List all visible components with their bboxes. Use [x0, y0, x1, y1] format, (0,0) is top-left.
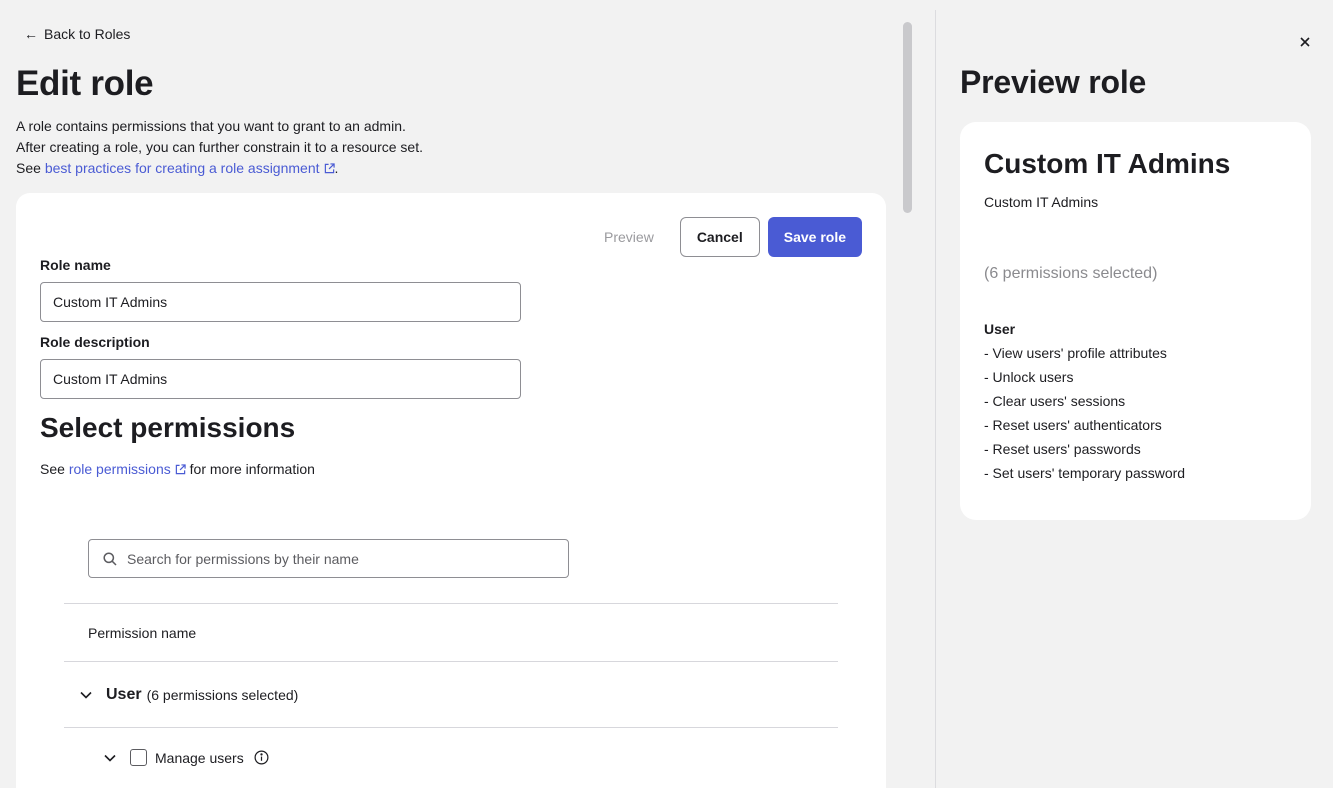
best-practices-link-label: best practices for creating a role assig… — [44, 160, 320, 176]
list-item: - View users' profile attributes — [984, 345, 1167, 361]
intro-line-1: A role contains permissions that you wan… — [16, 118, 406, 134]
column-header-permission-name: Permission name — [88, 624, 197, 641]
edit-role-card: Preview Cancel Save role Role name Role … — [16, 193, 886, 788]
save-role-button[interactable]: Save role — [767, 217, 862, 257]
intro-line-2: After creating a role, you can further c… — [16, 139, 423, 155]
back-label: Back to Roles — [44, 26, 131, 42]
role-permissions-link-label: role permissions — [68, 461, 171, 477]
role-permissions-link[interactable]: role permissions — [69, 461, 186, 477]
group-count: (6 permissions selected) — [146, 686, 299, 703]
preview-role-description: Custom IT Admins — [984, 194, 1099, 210]
role-description-label: Role description — [40, 334, 150, 350]
permissions-table: Permission name User (6 permissions sele… — [64, 603, 838, 787]
preview-permission-list: - View users' profile attributes - Unloc… — [984, 345, 1185, 489]
external-link-icon — [324, 163, 335, 174]
list-item: - Reset users' authenticators — [984, 417, 1162, 433]
permissions-note: See role permissions for more informatio… — [40, 461, 315, 477]
list-item: - Clear users' sessions — [984, 393, 1126, 409]
table-header: Permission name — [64, 603, 838, 661]
preview-role-name: Custom IT Admins — [984, 148, 1231, 179]
role-description-input[interactable] — [40, 359, 521, 399]
group-name: User — [106, 685, 142, 703]
back-to-roles-link[interactable]: ← Back to Roles — [24, 26, 130, 42]
permission-manage-users: Manage users — [64, 727, 838, 787]
preview-group-name: User — [984, 321, 1016, 337]
preview-role-title: Preview role — [960, 64, 1147, 100]
cancel-button[interactable]: Cancel — [679, 217, 760, 257]
permission-search-input[interactable] — [127, 540, 557, 577]
best-practices-link[interactable]: best practices for creating a role assig… — [45, 160, 335, 176]
preview-card: Custom IT Admins Custom IT Admins (6 per… — [960, 122, 1311, 520]
permissions-note-prefix: See — [40, 461, 69, 477]
search-icon — [103, 552, 117, 566]
permission-search — [88, 539, 569, 578]
manage-users-checkbox[interactable] — [130, 749, 147, 766]
close-icon[interactable] — [1297, 34, 1313, 50]
main-panel: ← Back to Roles Edit role A role contain… — [0, 0, 900, 788]
role-name-label: Role name — [40, 257, 111, 273]
permissions-note-suffix: for more information — [185, 461, 315, 477]
intro-see: See — [16, 160, 45, 176]
arrow-left-icon: ← — [24, 26, 38, 42]
preview-button[interactable]: Preview — [586, 217, 672, 257]
select-permissions-title: Select permissions — [40, 412, 296, 443]
external-link-icon — [175, 464, 186, 475]
intro-line-3: See best practices for creating a role a… — [16, 158, 423, 179]
scrollbar-thumb[interactable] — [903, 22, 912, 213]
info-icon[interactable] — [254, 750, 269, 765]
preview-permission-count: (6 permissions selected) — [984, 265, 1158, 282]
list-item: - Set users' temporary password — [984, 465, 1186, 481]
chevron-down-icon[interactable] — [80, 691, 92, 699]
page-title: Edit role — [16, 64, 154, 103]
intro-end: . — [334, 160, 339, 176]
list-item: - Unlock users — [984, 369, 1074, 385]
list-item: - Reset users' passwords — [984, 441, 1141, 457]
preview-panel: Preview role Custom IT Admins Custom IT … — [936, 0, 1333, 788]
manage-users-label: Manage users — [155, 749, 244, 766]
chevron-down-icon[interactable] — [104, 754, 116, 762]
permission-group-user[interactable]: User (6 permissions selected) — [64, 661, 838, 727]
action-buttons: Preview Cancel Save role — [586, 217, 862, 257]
role-name-input[interactable] — [40, 282, 521, 322]
intro-text: A role contains permissions that you wan… — [16, 116, 423, 179]
